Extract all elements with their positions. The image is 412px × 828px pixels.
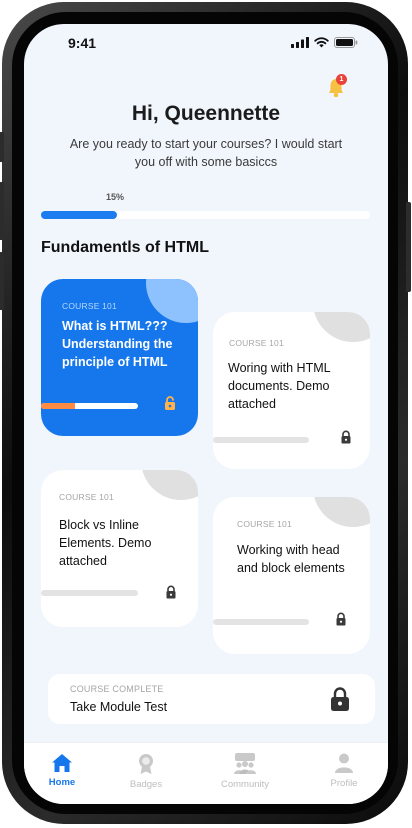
signal-icon — [291, 37, 309, 48]
status-icons — [291, 37, 358, 48]
module-test-kicker: COURSE COMPLETE — [70, 684, 164, 694]
nav-community-label: Community — [220, 779, 270, 790]
nav-profile[interactable]: Profile — [309, 753, 379, 789]
lock-icon — [331, 687, 349, 711]
progress-percent-label: 15% — [106, 192, 125, 202]
course-card-4[interactable]: COURSE 101 Working with head and block e… — [213, 497, 370, 654]
nav-community[interactable]: Community — [210, 753, 280, 790]
module-test-title: Take Module Test — [70, 700, 168, 714]
course-title: Working with head and block elements — [237, 543, 345, 575]
mute-switch — [0, 132, 4, 162]
course-card-1[interactable]: COURSE 101 What is HTML??? Understanding… — [41, 279, 198, 436]
bottom-nav: Home Badges Community Profile — [24, 742, 388, 804]
course-title: What is HTML??? Understanding the princi… — [62, 319, 173, 369]
course-progress-fill — [41, 403, 75, 409]
nav-badges[interactable]: Badges — [111, 753, 181, 790]
status-bar: 9:41 — [24, 24, 388, 64]
wifi-icon — [314, 37, 329, 48]
volume-down-button — [0, 252, 4, 310]
home-icon — [52, 754, 72, 772]
course-kicker: COURSE 101 — [59, 492, 114, 502]
course-progress-bar — [41, 403, 138, 409]
course-card-2[interactable]: COURSE 101 Woring with HTML documents. D… — [213, 312, 370, 469]
course-kicker: COURSE 101 — [237, 519, 292, 529]
overall-progress-fill — [41, 211, 117, 219]
course-title: Block vs Inline Elements. Demo attached — [59, 518, 152, 568]
course-progress-bar — [41, 590, 138, 596]
status-time: 9:41 — [68, 35, 97, 51]
card-decoration — [141, 470, 198, 500]
community-icon — [234, 753, 256, 774]
battery-icon — [334, 37, 358, 48]
notification-bell-button[interactable]: 1 — [324, 74, 350, 100]
lock-icon — [166, 585, 176, 599]
volume-up-button — [0, 182, 4, 240]
nav-home[interactable]: Home — [27, 753, 97, 788]
course-title: Woring with HTML documents. Demo attache… — [228, 361, 331, 411]
lock-icon — [336, 612, 346, 626]
nav-profile-label: Profile — [330, 778, 358, 789]
course-kicker: COURSE 101 — [229, 338, 284, 348]
lock-icon — [341, 430, 351, 444]
nav-home-label: Home — [48, 777, 76, 788]
app-screen: 9:41 1 Hi, Queennette Are you ready to s… — [24, 24, 388, 804]
unlock-icon — [165, 396, 175, 410]
nav-badges-label: Badges — [129, 779, 163, 790]
course-kicker: COURSE 101 — [62, 301, 117, 311]
module-test-card[interactable]: COURSE COMPLETE Take Module Test — [48, 674, 375, 724]
notification-count: 1 — [339, 76, 344, 83]
badge-icon — [139, 754, 153, 774]
greeting-title: Hi, Queennette — [131, 102, 281, 125]
card-decoration — [313, 312, 370, 342]
power-button — [406, 202, 411, 292]
course-progress-bar — [213, 619, 309, 625]
notification-badge: 1 — [336, 74, 347, 85]
course-card-3[interactable]: COURSE 101 Block vs Inline Elements. Dem… — [41, 470, 198, 627]
section-title: Fundamentls of HTML — [41, 239, 209, 256]
course-progress-bar — [213, 437, 309, 443]
greeting-subtitle: Are you ready to start your courses? I w… — [69, 137, 343, 169]
card-decoration — [313, 497, 370, 527]
overall-progress-bar — [41, 211, 370, 219]
profile-icon — [335, 753, 353, 773]
